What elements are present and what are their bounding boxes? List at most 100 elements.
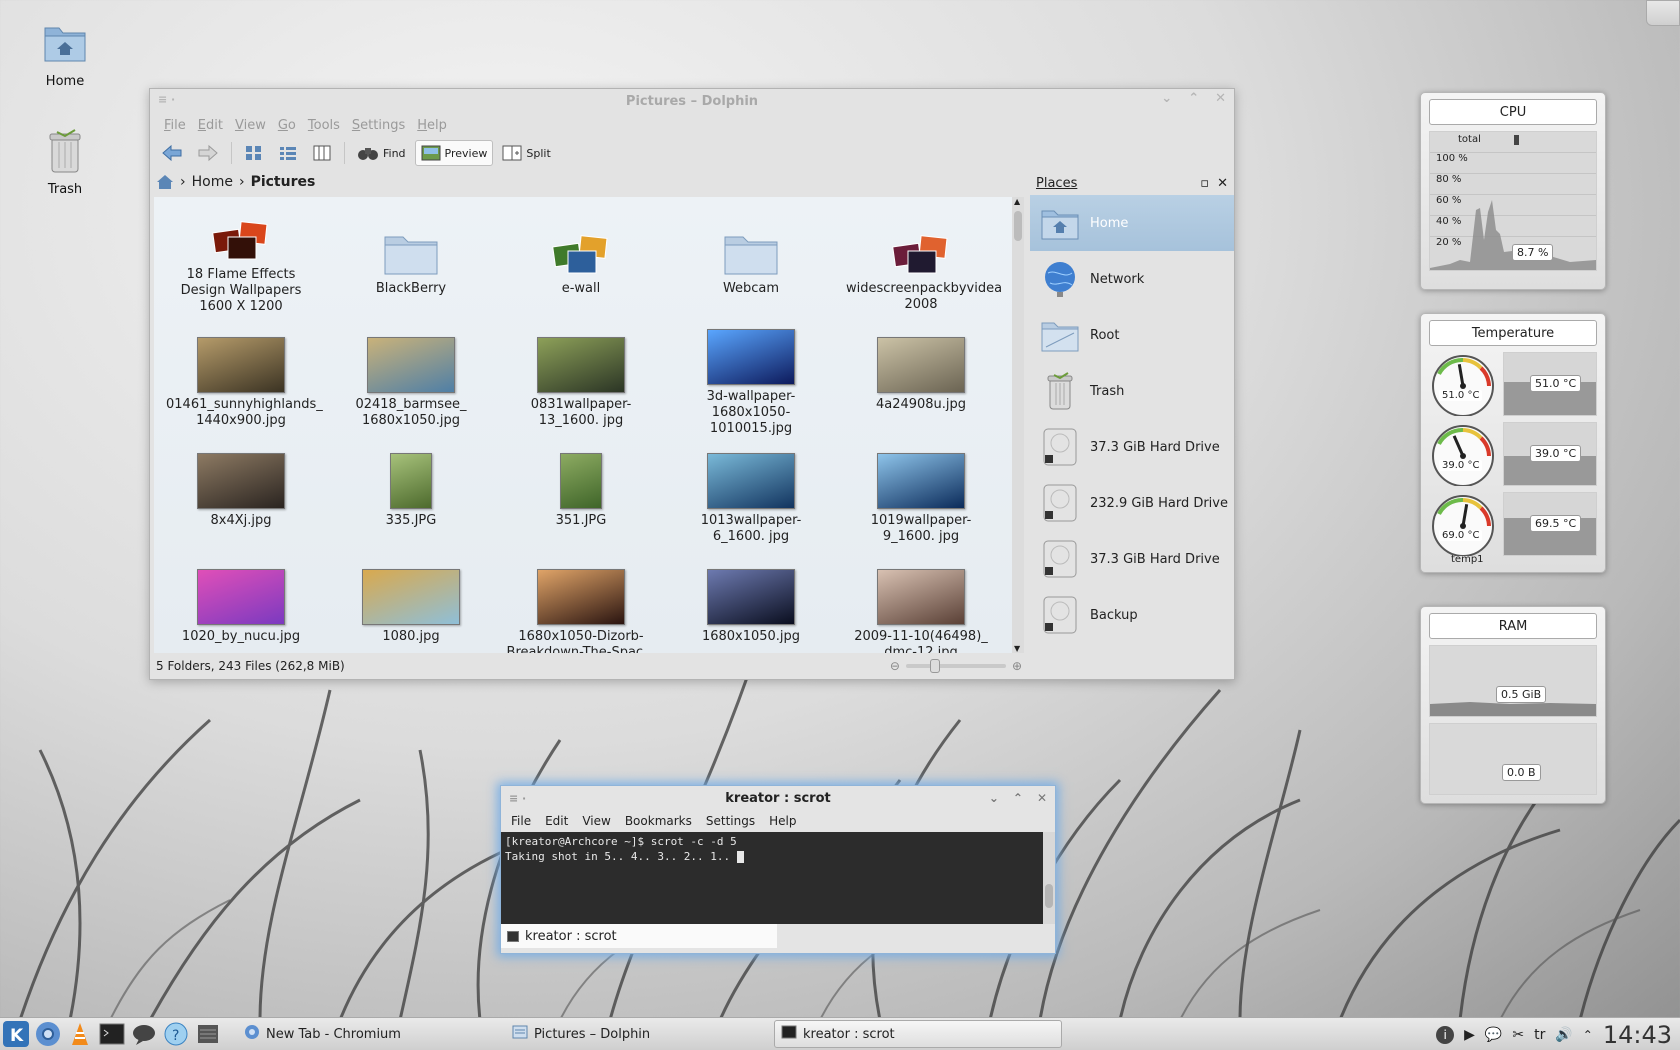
file-item[interactable]: 335.JPG xyxy=(326,431,496,547)
zoom-slider-handle[interactable] xyxy=(929,659,940,673)
float-panel-icon[interactable]: ▫ xyxy=(1200,176,1209,191)
file-item[interactable]: 3d-wallpaper- 1680x1050-1010015.jpg xyxy=(666,315,836,436)
zoom-in-icon[interactable]: ⊕ xyxy=(1012,659,1022,673)
info-icon[interactable]: i xyxy=(1436,1025,1455,1044)
minimize-icon[interactable]: ⌄ xyxy=(1161,91,1172,106)
help-launcher[interactable]: ? xyxy=(160,1019,192,1049)
file-item[interactable]: 1680x1050.jpg xyxy=(666,547,836,653)
window-menu-icon[interactable]: ≡ · xyxy=(509,792,526,805)
menu-go[interactable]: Go xyxy=(272,118,302,133)
places-item[interactable]: Trash xyxy=(1030,363,1234,419)
file-item[interactable]: 18 Flame Effects Design Wallpapers 1600 … xyxy=(156,199,326,315)
maximize-icon[interactable]: ⌃ xyxy=(1188,91,1199,106)
chat-launcher[interactable] xyxy=(128,1019,160,1049)
menu-edit[interactable]: Edit xyxy=(192,118,229,133)
ram-widget[interactable]: RAM 0.5 GiB 0.0 B xyxy=(1420,606,1606,804)
window-titlebar[interactable]: ≡ · kreator : scrot ⌄ ⌃ ✕ xyxy=(501,786,1055,810)
maximize-icon[interactable]: ⌃ xyxy=(1013,791,1023,805)
file-item[interactable]: 8x4Xj.jpg xyxy=(156,431,326,547)
close-icon[interactable]: ✕ xyxy=(1037,791,1047,805)
back-button[interactable] xyxy=(156,140,188,166)
file-item[interactable]: e-wall xyxy=(496,199,666,315)
minimize-icon[interactable]: ⌄ xyxy=(989,791,999,805)
desktop-toolbox-button[interactable] xyxy=(1646,0,1680,26)
find-button[interactable]: Find xyxy=(352,140,411,166)
places-item[interactable]: Home xyxy=(1030,195,1234,251)
terminal-output[interactable]: [kreator@Archcore ~]$ scrot -c -d 5 Taki… xyxy=(501,832,1055,924)
places-item[interactable]: Root xyxy=(1030,307,1234,363)
cpu-widget[interactable]: CPU total 100 % 80 % 60 % 40 % 20 % 8.7 … xyxy=(1420,92,1606,290)
split-button[interactable]: Split xyxy=(497,140,555,166)
details-view-button[interactable] xyxy=(273,140,303,166)
volume-icon[interactable]: 🔊 xyxy=(1555,1027,1572,1043)
close-panel-icon[interactable]: ✕ xyxy=(1217,176,1228,191)
file-item[interactable]: 351.JPG xyxy=(496,431,666,547)
file-grid-area[interactable]: 18 Flame Effects Design Wallpapers 1600 … xyxy=(154,197,1024,653)
menu-view[interactable]: View xyxy=(582,814,610,828)
menu-view[interactable]: View xyxy=(229,118,272,133)
places-item[interactable]: 232.9 GiB Hard Drive xyxy=(1030,475,1234,531)
media-play-icon[interactable]: ▶ xyxy=(1464,1027,1475,1043)
menu-settings[interactable]: Settings xyxy=(346,118,411,133)
breadcrumb-home[interactable]: Home xyxy=(192,174,233,190)
file-item[interactable]: 1013wallpaper-6_1600. jpg xyxy=(666,431,836,547)
forward-button[interactable] xyxy=(192,140,224,166)
zoom-out-icon[interactable]: ⊖ xyxy=(890,659,900,673)
tray-expand-icon[interactable]: ⌃ xyxy=(1583,1028,1593,1042)
file-item[interactable]: 1019wallpaper-9_1600. jpg xyxy=(836,431,1006,547)
breadcrumb-current[interactable]: Pictures xyxy=(251,174,316,190)
clock[interactable]: 14:43 xyxy=(1603,1021,1672,1049)
icons-view-button[interactable] xyxy=(239,140,269,166)
vlc-launcher[interactable] xyxy=(64,1019,96,1049)
scroll-up-icon[interactable]: ▲ xyxy=(1014,197,1020,206)
menu-settings[interactable]: Settings xyxy=(706,814,755,828)
taskbar-task[interactable]: Pictures – Dolphin xyxy=(506,1020,766,1048)
temperature-widget[interactable]: Temperature 51.0 °C 51.0 °C 39.0 °C 39.0 °C… xyxy=(1420,313,1606,573)
home-icon[interactable] xyxy=(156,174,174,190)
file-item[interactable]: 1020_by_nucu.jpg xyxy=(156,547,326,653)
file-item[interactable]: 1680x1050-Dizorb- Breakdown-The-Spac... xyxy=(496,547,666,653)
places-item[interactable]: Backup xyxy=(1030,587,1234,643)
window-menu-icon[interactable]: ≡ · xyxy=(158,93,175,106)
columns-view-button[interactable] xyxy=(307,140,337,166)
scrollbar-handle[interactable] xyxy=(1014,211,1022,241)
desktop-icon-trash[interactable]: Trash xyxy=(20,128,110,197)
file-item[interactable]: 4a24908u.jpg xyxy=(836,315,1006,431)
menu-bookmarks[interactable]: Bookmarks xyxy=(625,814,692,828)
file-item[interactable]: 2009-11-10(46498)_ dmc-12.jpg xyxy=(836,547,1006,653)
folder-item[interactable]: BlackBerry xyxy=(326,199,496,315)
menu-file[interactable]: File xyxy=(511,814,531,828)
vertical-scrollbar[interactable]: ▲ ▼ xyxy=(1012,197,1024,653)
terminal-tab[interactable]: kreator : scrot xyxy=(501,924,777,948)
notification-icon[interactable]: 💬 xyxy=(1485,1027,1502,1043)
konsole-launcher[interactable] xyxy=(96,1019,128,1049)
file-item[interactable]: 02418_barmsee_ 1680x1050.jpg xyxy=(326,315,496,431)
places-item[interactable]: 37.3 GiB Hard Drive xyxy=(1030,531,1234,587)
menu-edit[interactable]: Edit xyxy=(545,814,568,828)
scrollbar-handle[interactable] xyxy=(1045,884,1053,908)
chromium-launcher[interactable] xyxy=(32,1019,64,1049)
menu-tools[interactable]: Tools xyxy=(302,118,346,133)
file-item[interactable]: 0831wallpaper-13_1600. jpg xyxy=(496,315,666,431)
preview-button[interactable]: Preview xyxy=(414,140,494,166)
keyboard-layout-indicator[interactable]: tr xyxy=(1534,1027,1545,1043)
klipper-scissors-icon[interactable]: ✂ xyxy=(1512,1027,1524,1043)
zoom-slider[interactable] xyxy=(905,659,1006,673)
file-manager-launcher[interactable] xyxy=(192,1019,224,1049)
file-item[interactable]: widescreenpackbyvidea 2008 xyxy=(836,199,1006,315)
file-item[interactable]: 1080.jpg xyxy=(326,547,496,653)
window-titlebar[interactable]: ≡ · Pictures – Dolphin ⌄ ⌃ ✕ xyxy=(150,89,1234,113)
folder-item[interactable]: Webcam xyxy=(666,199,836,315)
file-item[interactable]: 01461_sunnyhighlands_ 1440x900.jpg xyxy=(156,315,326,431)
taskbar-task[interactable]: New Tab - Chromium xyxy=(238,1020,498,1048)
scroll-down-icon[interactable]: ▼ xyxy=(1014,644,1020,653)
application-launcher-button[interactable]: K xyxy=(0,1019,32,1049)
close-icon[interactable]: ✕ xyxy=(1215,91,1226,106)
places-item[interactable]: Network xyxy=(1030,251,1234,307)
taskbar-task[interactable]: kreator : scrot xyxy=(774,1020,1062,1048)
menu-help[interactable]: Help xyxy=(411,118,453,133)
menu-file[interactable]: File xyxy=(158,118,192,133)
menu-help[interactable]: Help xyxy=(769,814,796,828)
terminal-scrollbar[interactable] xyxy=(1043,832,1055,924)
places-item[interactable]: 37.3 GiB Hard Drive xyxy=(1030,419,1234,475)
